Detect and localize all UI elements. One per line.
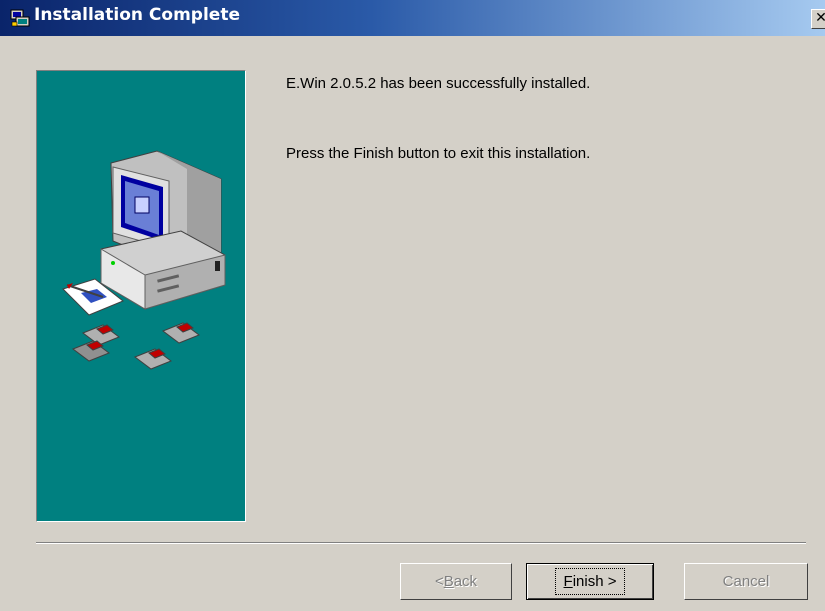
finish-label-rest: inish > — [572, 573, 617, 590]
finish-focus-rect: Finish > — [554, 568, 626, 595]
installer-icon — [10, 9, 30, 27]
back-label-mnemonic: B — [443, 573, 454, 590]
finish-button[interactable]: Finish > — [526, 563, 654, 600]
close-icon: ✕ — [815, 10, 825, 26]
title-bar[interactable]: Installation Complete ✕ — [0, 0, 825, 36]
back-label-rest: ack — [453, 573, 478, 590]
window-title: Installation Complete — [34, 5, 240, 25]
back-label-prefix: < — [434, 573, 444, 590]
finish-label-mnemonic: F — [563, 573, 573, 590]
cancel-button[interactable]: Cancel — [684, 563, 808, 600]
computer-with-disks-illustration — [62, 150, 226, 370]
button-separator — [36, 542, 806, 544]
close-button[interactable]: ✕ — [811, 9, 825, 29]
instruction-message: Press the Finish button to exit this ins… — [286, 145, 591, 162]
back-button[interactable]: < Back — [400, 563, 512, 600]
sidebar-illustration-panel — [36, 70, 246, 522]
success-message: E.Win 2.0.5.2 has been successfully inst… — [286, 75, 591, 92]
cancel-label: Cancel — [722, 573, 770, 590]
